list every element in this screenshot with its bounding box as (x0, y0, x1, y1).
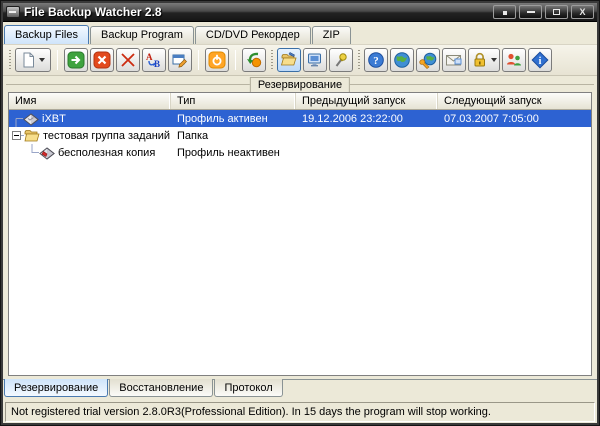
pin-button[interactable] (329, 48, 353, 72)
tree-collapse-icon[interactable] (12, 131, 21, 140)
delete-button[interactable] (116, 48, 140, 72)
minimize-button[interactable] (519, 5, 542, 19)
tab-backup-files[interactable]: Backup Files (4, 25, 89, 44)
info-diamond-icon: i (531, 51, 549, 69)
table-row[interactable]: iXBT Профиль активен 19.12.2006 23:22:00… (9, 110, 591, 127)
close-button[interactable]: X (571, 5, 594, 19)
app-window: File Backup Watcher 2.8 X Backup Files B… (0, 0, 600, 426)
rename-button[interactable]: AB (142, 48, 166, 72)
row-name-label: бесполезная копия (58, 146, 156, 159)
groupbox-backup: Резервирование Имя Тип Предыдущий запуск… (6, 77, 594, 377)
column-header-name[interactable]: Имя (9, 93, 171, 109)
row-type: Профиль активен (177, 112, 268, 125)
web-tools-button[interactable] (416, 48, 440, 72)
profiles-table: Имя Тип Предыдущий запуск Следующий запу… (8, 92, 592, 376)
close-icon: X (579, 7, 586, 17)
power-button[interactable] (205, 48, 229, 72)
globe-icon (394, 52, 410, 68)
envelope-icon (446, 55, 462, 66)
restore-button[interactable] (242, 48, 266, 72)
svg-text:A: A (146, 52, 153, 62)
new-page-icon (21, 52, 36, 68)
help-button[interactable]: ? (364, 48, 388, 72)
app-icon[interactable] (6, 6, 20, 18)
dropdown-caret-icon (39, 58, 45, 62)
maximize-button[interactable] (545, 5, 568, 19)
globe-wrench-icon (419, 52, 437, 69)
minimize-icon (526, 11, 535, 13)
svg-text:i: i (539, 56, 542, 67)
tree-elbow (31, 144, 39, 153)
groupbox-legend: Резервирование (249, 77, 351, 93)
restore-arrow-icon (247, 52, 262, 68)
svg-text:?: ? (373, 55, 379, 67)
users-icon (507, 53, 521, 66)
toolbar-separator (235, 50, 236, 70)
folder-open-icon (24, 129, 40, 141)
row-type: Папка (177, 129, 209, 142)
rename-ab-icon: AB (146, 52, 160, 69)
computer-button[interactable] (303, 48, 327, 72)
stop-button[interactable] (90, 48, 114, 72)
tab-backup-program[interactable]: Backup Program (89, 26, 194, 44)
row-next-run: 07.03.2007 7:05:00 (444, 112, 539, 125)
tab-reserve[interactable]: Резервирование (4, 379, 109, 397)
toolbar-grip[interactable] (8, 50, 11, 70)
about-button[interactable]: i (528, 48, 552, 72)
top-tab-strip: Backup Files Backup Program CD/DVD Рекор… (3, 22, 597, 45)
table-row[interactable]: бесполезная копия Профиль неактивен (9, 144, 591, 161)
help-icon: ? (368, 52, 384, 68)
properties-button[interactable] (168, 48, 192, 72)
maximize-icon (553, 9, 560, 15)
stop-icon (93, 51, 111, 69)
toolbar-separator (198, 50, 199, 70)
tray-icon (502, 11, 507, 15)
web-button[interactable] (390, 48, 414, 72)
run-button[interactable] (64, 48, 88, 72)
table-row[interactable]: тестовая группа заданий Папка (9, 127, 591, 144)
edit-window-icon (172, 54, 187, 68)
folder-edit-button[interactable] (277, 48, 301, 72)
toolbar-separator (57, 50, 58, 70)
tray-button[interactable] (493, 5, 516, 19)
toolbar-grip[interactable] (357, 50, 360, 70)
row-prev-run: 19.12.2006 23:22:00 (302, 112, 403, 125)
lock-icon (474, 52, 485, 67)
dropdown-caret-icon (490, 58, 497, 62)
lock-button[interactable] (468, 48, 500, 72)
folder-edit-icon (280, 52, 297, 66)
toolbar: AB ? i (3, 45, 597, 76)
mail-button[interactable] (442, 48, 466, 72)
bottom-tab-strip: Резервирование Восстановление Протокол (3, 379, 597, 401)
table-header: Имя Тип Предыдущий запуск Следующий запу… (9, 93, 591, 110)
tree-elbow (15, 118, 23, 127)
profile-inactive-diamond-icon (39, 146, 55, 160)
delete-x-icon (121, 53, 135, 67)
column-header-type[interactable]: Тип (171, 93, 296, 109)
new-profile-button[interactable] (15, 48, 51, 72)
row-name-label: iXBT (42, 112, 66, 125)
tab-cddvd-recorder[interactable]: CD/DVD Рекордер (194, 26, 311, 44)
profile-active-diamond-icon (23, 112, 39, 126)
status-bar: Not registered trial version 2.8.0R3(Pro… (5, 402, 595, 422)
row-type: Профиль неактивен (177, 146, 280, 159)
users-button[interactable] (502, 48, 526, 72)
computer-icon (308, 53, 321, 67)
power-icon (208, 51, 226, 69)
window-title: File Backup Watcher 2.8 (24, 5, 162, 19)
row-name-label: тестовая группа заданий (43, 129, 171, 142)
column-header-prev-run[interactable]: Предыдущий запуск (296, 93, 438, 109)
status-text: Not registered trial version 2.8.0R3(Pro… (11, 406, 491, 418)
column-header-next-run[interactable]: Следующий запуск (438, 93, 591, 109)
tab-restore[interactable]: Восстановление (109, 379, 214, 397)
tab-protocol[interactable]: Протокол (214, 379, 283, 397)
run-icon (67, 51, 85, 69)
tab-zip[interactable]: ZIP (311, 26, 351, 44)
toolbar-grip[interactable] (270, 50, 273, 70)
titlebar: File Backup Watcher 2.8 X (3, 3, 597, 22)
pin-icon (335, 53, 347, 67)
